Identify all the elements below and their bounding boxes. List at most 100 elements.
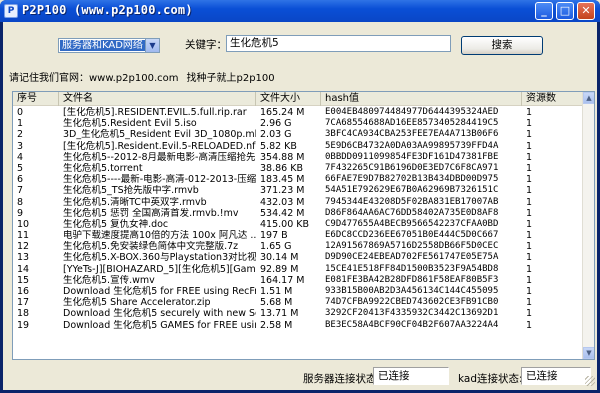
cell-index: 13 xyxy=(17,252,30,264)
cell-index: 15 xyxy=(17,274,30,286)
table-row[interactable]: 0 [生化危机5].RESIDENT.EVIL.5.full.rip.rar 165… xyxy=(13,107,594,118)
cell-hash: 7CA68554688AD16EE8573405284419C5 xyxy=(325,118,499,129)
cell-size: 38.86 KB xyxy=(260,162,303,174)
cell-hash: 7F432265C91B6196D0E3ED7C6F8CA971 xyxy=(325,162,499,173)
source-select-value: 服务器和KAD网络 xyxy=(60,40,145,51)
cell-filename: [生化危机5].RESIDENT.EVIL.5.full.rip.rar xyxy=(63,107,247,118)
cell-sources: 1 xyxy=(526,319,533,331)
cell-index: 17 xyxy=(17,297,30,309)
cell-filename: [YYeTs-J][BIOHAZARD_5][生化危机5][Game... xyxy=(63,263,256,275)
table-row[interactable]: 19 Download 生化危机5 GAMES for FREE using ..… xyxy=(13,319,594,331)
cell-filename: 生化危机5_TS抢先版中字.rmvb xyxy=(63,185,199,197)
column-header-index[interactable]: 序号 xyxy=(13,92,59,106)
minimize-button[interactable]: _ xyxy=(535,2,553,20)
table-row[interactable]: 11 电驴下载速度提高10倍的方法 100x 阿凡达 ... 197 B E6DC8C… xyxy=(13,230,594,242)
column-header-filename[interactable]: 文件名 xyxy=(59,92,256,106)
cell-hash: 0BBDD0911099854FE3DF161D47381FBE xyxy=(325,151,499,162)
server-status-label: 服务器连接状态: xyxy=(303,373,381,385)
cell-size: 2.03 G xyxy=(260,129,292,141)
cell-sources: 1 xyxy=(526,207,533,219)
close-button[interactable]: ✕ xyxy=(577,2,595,20)
cell-size: 371.23 M xyxy=(260,185,305,197)
table-row[interactable]: 7 生化危机5_TS抢先版中字.rmvb 371.23 M 54A51E792629E… xyxy=(13,185,594,197)
scroll-down-icon[interactable]: ▼ xyxy=(583,347,594,359)
resize-grip-icon[interactable] xyxy=(585,376,595,386)
column-header-hash[interactable]: hash值 xyxy=(321,92,522,106)
cell-sources: 1 xyxy=(526,174,533,186)
cell-sources: 1 xyxy=(526,297,533,309)
cell-hash: 54A51E792629E67B0A62969B7326151C xyxy=(325,185,499,196)
maximize-icon: □ xyxy=(559,4,571,17)
cell-filename: 3D_生化危机5_Resident Evil 3D_1080p.mkv xyxy=(63,129,256,141)
table-row[interactable]: 6 生化危机5----最新-电影-高清-012-2013-压缩-... 183.45… xyxy=(13,174,594,186)
vertical-scrollbar[interactable]: ▲ ▼ xyxy=(582,92,594,359)
cell-index: 7 xyxy=(17,185,24,197)
slogan-text: 找种子就上p2p100 xyxy=(186,73,275,84)
cell-index: 1 xyxy=(17,118,24,130)
app-window: P P2P100 (www.p2p100.com) _ □ ✕ 服务器和KAD网… xyxy=(0,0,600,393)
cell-size: 30.14 M xyxy=(260,252,299,264)
cell-index: 0 xyxy=(17,107,24,118)
cell-sources: 1 xyxy=(526,196,533,208)
source-select[interactable]: 服务器和KAD网络 ▼ xyxy=(58,38,160,53)
cell-hash: E081FE3BA42B28DFD861F58EAF80B5F3 xyxy=(325,274,499,285)
maximize-button[interactable]: □ xyxy=(556,2,574,20)
cell-filename: 生化危机5 复仇女神.doc xyxy=(63,218,169,230)
cell-hash: D9D90CE24EBEAD702FE561747E05E75A xyxy=(325,252,499,263)
keyword-input[interactable]: 生化危机5 xyxy=(226,35,451,52)
table-row[interactable]: 18 Download 生化危机5 securely with new Sec..… xyxy=(13,308,594,320)
table-row[interactable]: 13 生化危机5.X-BOX.360与Playstation3对比视频... 30.… xyxy=(13,252,594,264)
close-icon: ✕ xyxy=(581,4,591,17)
cell-sources: 1 xyxy=(526,107,533,118)
cell-sources: 1 xyxy=(526,118,533,130)
cell-size: 354.88 M xyxy=(260,151,305,163)
cell-filename: [生化危机5].Resident.Evil.5-RELOADED.nfo xyxy=(63,140,256,152)
cell-index: 19 xyxy=(17,319,30,331)
scroll-up-icon[interactable]: ▲ xyxy=(583,92,594,104)
cell-sources: 1 xyxy=(526,274,533,286)
kad-status-label: kad连接状态: xyxy=(458,373,523,385)
table-row[interactable]: 2 3D_生化危机5_Resident Evil 3D_1080p.mkv 2.03… xyxy=(13,129,594,141)
cell-index: 6 xyxy=(17,174,24,186)
cell-sources: 1 xyxy=(526,140,533,152)
cell-sources: 1 xyxy=(526,241,533,253)
cell-index: 4 xyxy=(17,151,24,163)
cell-index: 3 xyxy=(17,140,24,152)
cell-size: 165.24 M xyxy=(260,107,305,118)
table-row[interactable]: 3 [生化危机5].Resident.Evil.5-RELOADED.nfo 5.8… xyxy=(13,140,594,152)
minimize-icon: _ xyxy=(541,4,547,17)
results-table[interactable]: 序号 文件名 文件大小 hash值 资源数 0 [生化危机5].RESIDENT.… xyxy=(12,91,595,360)
chevron-down-icon[interactable]: ▼ xyxy=(145,39,159,52)
table-row[interactable]: 9 生化危机5 惩罚 全国高清首发.rmvb.!mv 534.42 M D86F864… xyxy=(13,207,594,219)
cell-index: 11 xyxy=(17,230,30,242)
cell-size: 534.42 M xyxy=(260,207,305,219)
cell-size: 13.71 M xyxy=(260,308,299,320)
table-row[interactable]: 10 生化危机5 复仇女神.doc 415.00 KB C9D477655A4BECB… xyxy=(13,218,594,230)
table-row[interactable]: 15 生化危机5.宣传.wmv 164.17 M E081FE3BA42B28DFD8… xyxy=(13,274,594,286)
cell-index: 14 xyxy=(17,263,30,275)
column-header-size[interactable]: 文件大小 xyxy=(256,92,321,106)
table-row[interactable]: 12 生化危机5.免安装绿色简体中文完整版.7z 1.65 G 12A91567869… xyxy=(13,241,594,253)
table-row[interactable]: 8 生化危机5.清晰TC中英双字.rmvb 432.03 M 7945344E4320… xyxy=(13,196,594,208)
cell-index: 10 xyxy=(17,218,30,230)
kad-status-value: 已连接 xyxy=(521,367,591,385)
table-row[interactable]: 16 Download 生化危机5 for FREE using RecFree.… xyxy=(13,286,594,297)
table-row[interactable]: 17 生化危机5 Share Accelerator.zip 5.68 M 74D7C… xyxy=(13,297,594,309)
column-header-sources[interactable]: 资源数 xyxy=(522,92,584,106)
cell-index: 8 xyxy=(17,196,24,208)
table-row[interactable]: 14 [YYeTs-J][BIOHAZARD_5][生化危机5][Game... 9… xyxy=(13,263,594,275)
title-bar[interactable]: P P2P100 (www.p2p100.com) _ □ ✕ xyxy=(0,0,600,22)
cell-filename: 生化危机5----最新-电影-高清-012-2013-压缩-... xyxy=(63,174,256,186)
cell-hash: 12A91567869A5716D2558DB66F5D0CEC xyxy=(325,241,499,252)
cell-filename: 生化危机5.宣传.wmv xyxy=(63,274,155,286)
table-row[interactable]: 1 生化危机5.Resident Evil 5.iso 2.96 G 7CA68554… xyxy=(13,118,594,130)
cell-sources: 1 xyxy=(526,218,533,230)
cell-hash: 933B15B00AB2D3A456134C144C455095 xyxy=(325,286,499,296)
cell-size: 432.03 M xyxy=(260,196,305,208)
app-icon: P xyxy=(4,4,18,18)
search-button[interactable]: 搜索 xyxy=(461,36,543,55)
table-row[interactable]: 5 生化危机5.torrent 38.86 KB 7F432265C91B6196D0… xyxy=(13,162,594,174)
cell-index: 5 xyxy=(17,162,24,174)
cell-filename: 生化危机5.Resident Evil 5.iso xyxy=(63,118,197,130)
table-row[interactable]: 4 生化危机5--2012-8月最新电影-高清压缩抢先... 354.88 M 0BB… xyxy=(13,151,594,163)
